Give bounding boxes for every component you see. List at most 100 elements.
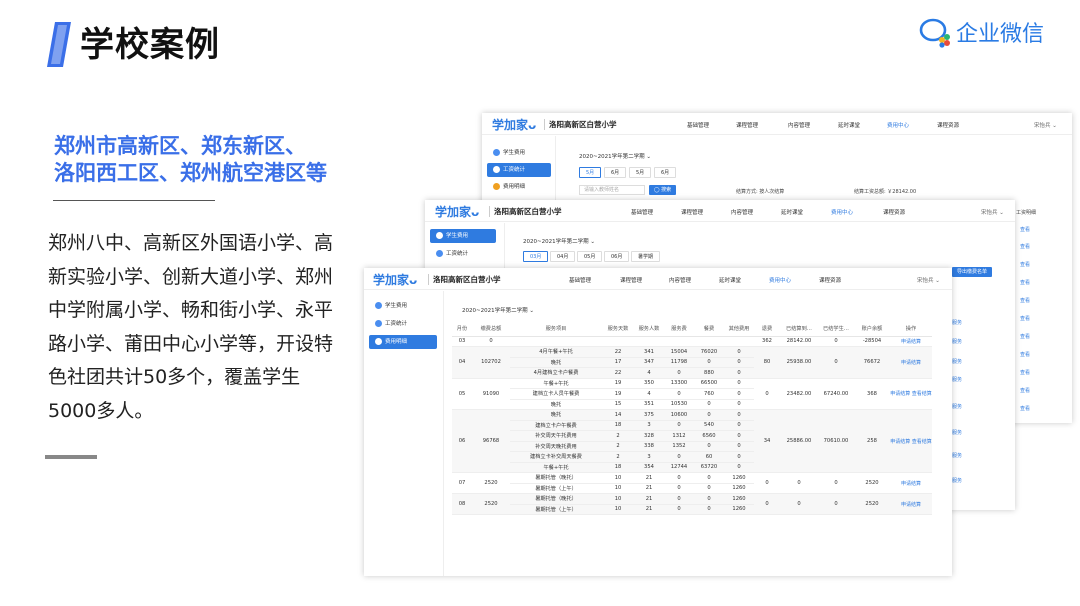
count-cell: 4 [634, 367, 664, 379]
service-item-cell: 建档立卡补交周天餐费 [510, 451, 602, 463]
other-fee-cell: 0 [724, 378, 754, 389]
user-menu[interactable]: 宋怡兵 ⌄ [917, 276, 940, 284]
other-fee-cell: 1260 [724, 504, 754, 515]
nav-content[interactable]: 内容管理 [669, 276, 691, 284]
search-button[interactable]: ◯ 搜索 [649, 185, 677, 195]
side-fee-detail[interactable]: 费用明细 [369, 335, 437, 349]
view-link[interactable]: 查看 [1020, 297, 1030, 304]
refund-cell: 34 [754, 409, 780, 473]
apply-settle-link[interactable]: 申请结算 [890, 493, 932, 515]
side-student-fee[interactable]: 学生费用 [369, 299, 437, 313]
month-tab[interactable]: 6月 [654, 167, 677, 178]
side-student-fee[interactable]: 学生费用 [487, 146, 551, 160]
nav-fee-center[interactable]: 费用中心 [769, 276, 791, 284]
count-cell: 354 [634, 462, 664, 473]
nav-content[interactable]: 内容管理 [788, 121, 810, 129]
nav-course[interactable]: 课程管理 [736, 121, 758, 129]
nav-course[interactable]: 课程管理 [620, 276, 642, 284]
side-wage-stats[interactable]: 工资统计 [487, 163, 551, 177]
term-select[interactable]: 2020~2021学年第二学期 ⌄ [462, 306, 534, 314]
service-fee-cell: 0 [664, 483, 694, 494]
apply-settle-link[interactable]: 申请结算 查看结算 [890, 378, 932, 410]
other-fee-cell: 1260 [724, 472, 754, 484]
days-cell: 10 [602, 493, 634, 505]
wecom-logo: 企业微信 [918, 14, 1044, 50]
month-tab[interactable]: 04月 [550, 251, 576, 262]
count-cell: 4 [634, 388, 664, 400]
apply-settle-link[interactable]: 申请结算 [890, 336, 932, 347]
service-link[interactable]: 服务 [952, 477, 962, 484]
nav-content[interactable]: 内容管理 [731, 208, 753, 216]
view-link[interactable]: 查看 [1020, 387, 1030, 394]
wecom-icon [919, 18, 950, 48]
service-link[interactable]: 服务 [952, 338, 962, 345]
other-fee-cell: 0 [724, 430, 754, 442]
nav-delay[interactable]: 延时课堂 [781, 208, 803, 216]
month-cell: 06 [452, 409, 472, 473]
nav-resources[interactable]: 课程资源 [937, 121, 959, 129]
month-tab[interactable]: 03月 [523, 251, 549, 262]
month-tab[interactable]: 06月 [604, 251, 630, 262]
teacher-search-input[interactable]: 请输入教师姓名 [579, 185, 645, 195]
side-wage-stats[interactable]: 工资统计 [430, 247, 496, 261]
nav-basic[interactable]: 基础管理 [569, 276, 591, 284]
month-tab[interactable]: 05月 [577, 251, 603, 262]
nav-resources[interactable]: 课程资源 [819, 276, 841, 284]
count-cell: 375 [634, 409, 664, 421]
service-link[interactable]: 服务 [952, 358, 962, 365]
nav-basic[interactable]: 基础管理 [631, 208, 653, 216]
month-tab[interactable]: 5月 [579, 167, 602, 178]
service-item-cell: 晚托 [510, 399, 602, 410]
nav-delay[interactable]: 延时课堂 [838, 121, 860, 129]
region-line-1: 郑州市高新区、郑东新区、 [54, 134, 306, 158]
school-name: 洛阳高新区白营小学 [489, 206, 562, 217]
title-accent-icon [47, 22, 71, 67]
student-settled-cell: 0 [818, 472, 854, 494]
view-link[interactable]: 查看 [1020, 279, 1030, 286]
side-fee-detail[interactable]: 费用明细 [487, 180, 551, 194]
service-link[interactable]: 服务 [952, 376, 962, 383]
nav-delay[interactable]: 延时课堂 [719, 276, 741, 284]
view-link[interactable]: 查看 [1020, 243, 1030, 250]
export-button[interactable]: 导出缴费名单 [952, 267, 993, 277]
view-link[interactable]: 查看 [1020, 405, 1030, 412]
service-fee-cell: 10530 [664, 399, 694, 410]
service-link[interactable]: 服务 [952, 319, 962, 326]
nav-resources[interactable]: 课程资源 [883, 208, 905, 216]
month-tab[interactable]: 暑学期 [631, 251, 661, 262]
apply-settle-link[interactable]: 申请结算 查看结算 [890, 409, 932, 473]
nav-fee-center[interactable]: 费用中心 [831, 208, 853, 216]
view-link[interactable]: 查看 [1020, 333, 1030, 340]
view-link[interactable]: 查看 [1020, 261, 1030, 268]
nav-basic[interactable]: 基础管理 [687, 121, 709, 129]
service-link[interactable]: 服务 [952, 452, 962, 459]
service-link[interactable]: 服务 [952, 403, 962, 410]
user-menu[interactable]: 宋怡兵 ⌄ [981, 208, 1004, 216]
term-select[interactable]: 2020~2021学年第二学期 ⌄ [579, 152, 651, 160]
view-link[interactable]: 查看 [1020, 226, 1030, 233]
other-fee-cell: 0 [724, 357, 754, 368]
meal-fee-cell: 0 [694, 409, 724, 421]
service-link[interactable]: 服务 [952, 429, 962, 436]
nav-course[interactable]: 课程管理 [681, 208, 703, 216]
user-menu[interactable]: 宋怡兵 ⌄ [1034, 121, 1057, 129]
service-fee-cell: 1312 [664, 430, 694, 442]
user-icon [375, 302, 382, 309]
nav-fee-center[interactable]: 费用中心 [887, 121, 909, 129]
coin-icon [493, 183, 500, 190]
refund-cell: 362 [754, 336, 780, 347]
table-header-row: 月份 缴费总额 服务项目 服务天数 服务人数 服务费 餐费 其他费用 退费 已结… [452, 322, 932, 337]
side-student-fee[interactable]: 学生费用 [430, 229, 496, 243]
view-link[interactable]: 查看 [1020, 369, 1030, 376]
month-tab[interactable]: 6月 [604, 167, 627, 178]
count-cell: 338 [634, 441, 664, 452]
month-cell: 05 [452, 378, 472, 410]
term-select[interactable]: 2020~2021学年第二学期 ⌄ [523, 237, 595, 245]
view-link[interactable]: 查看 [1020, 351, 1030, 358]
side-wage-stats[interactable]: 工资统计 [369, 317, 437, 331]
apply-settle-link[interactable]: 申请结算 [890, 472, 932, 494]
month-tab[interactable]: 5月 [629, 167, 652, 178]
count-cell: 21 [634, 483, 664, 494]
view-link[interactable]: 查看 [1020, 315, 1030, 322]
apply-settle-link[interactable]: 申请结算 [890, 346, 932, 379]
